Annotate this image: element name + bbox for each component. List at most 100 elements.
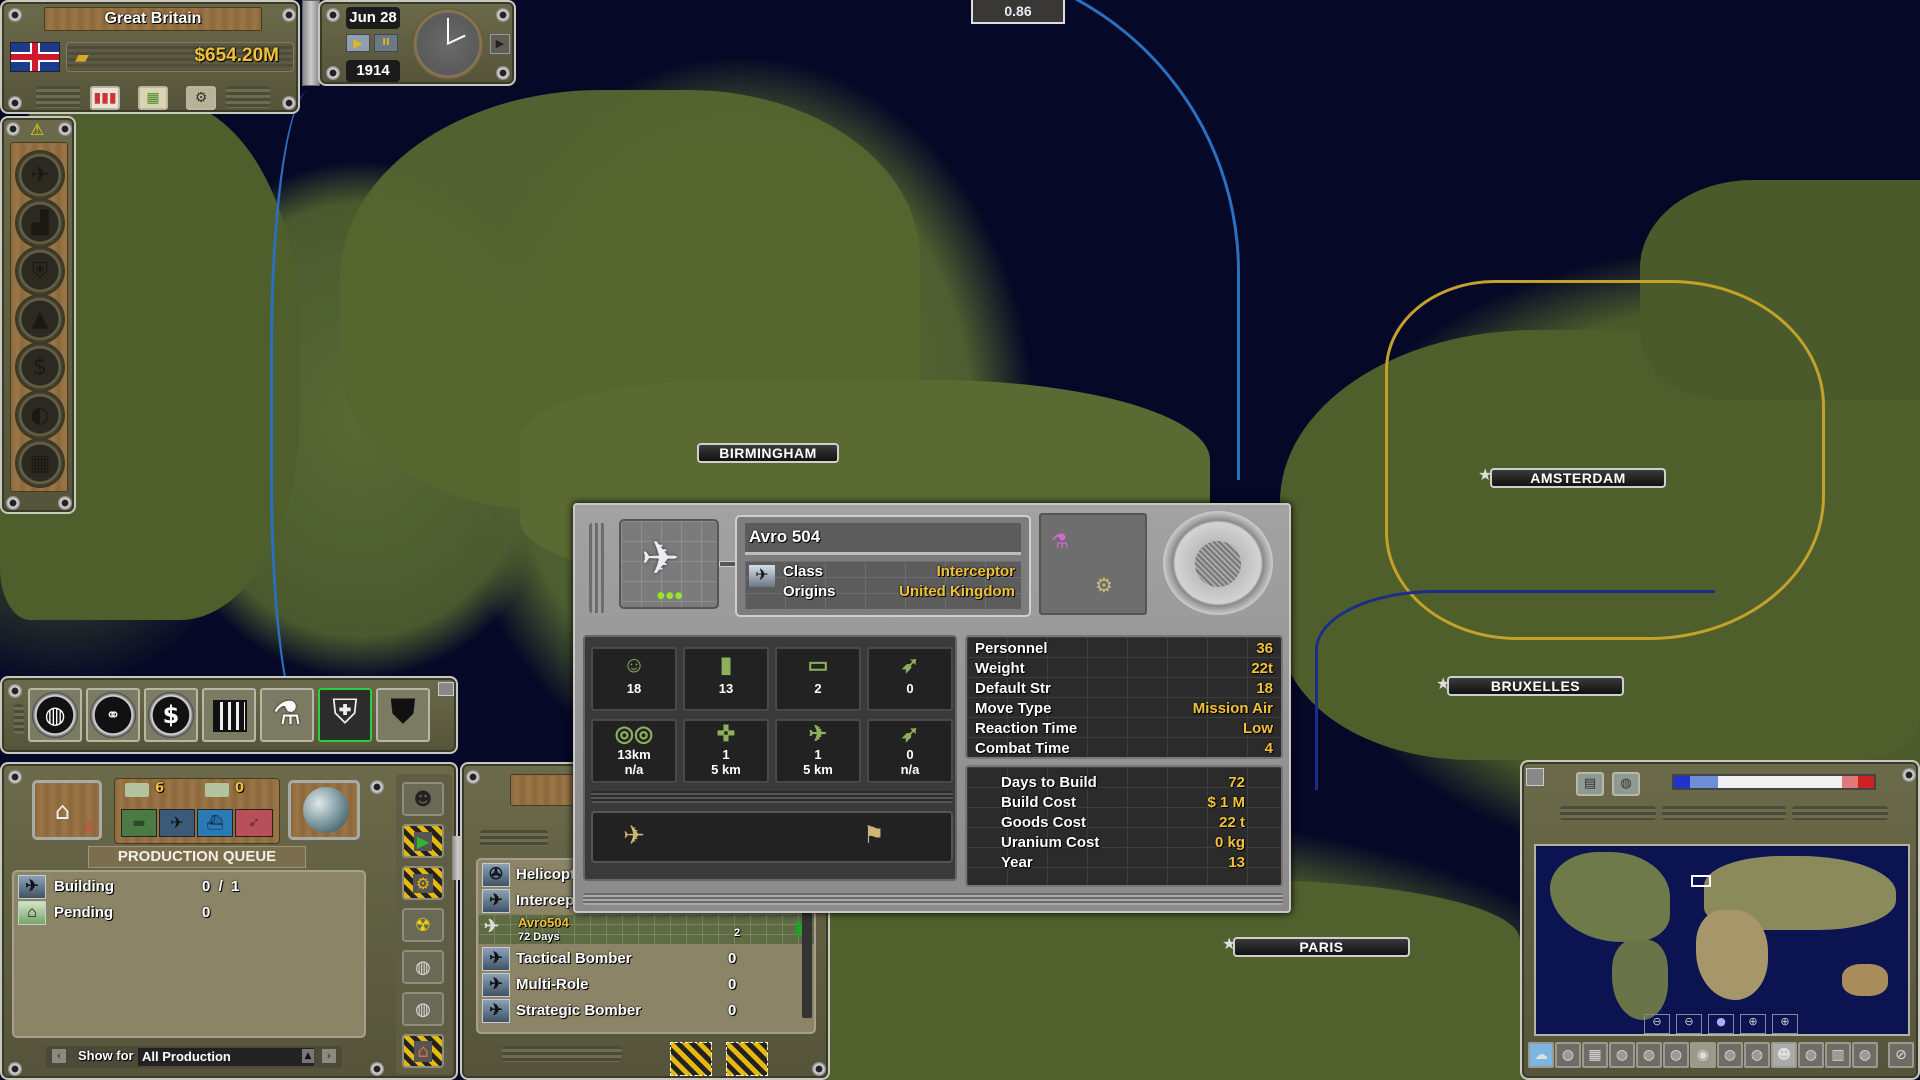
toolbar-diplomacy-button[interactable]: ⚭ (86, 688, 140, 742)
advisor-aircraft-button[interactable]: ✈ (17, 152, 63, 198)
biplane-icon: ✈ (484, 916, 500, 936)
toolbar-production-button[interactable]: ⛨ (318, 688, 372, 742)
category-land-button[interactable]: ▬ (121, 809, 157, 837)
show-for-dropdown-icon[interactable]: ▲ (302, 1049, 314, 1063)
calendar-icon: ▦ (146, 90, 160, 106)
world-view-button[interactable]: ◍ (402, 950, 444, 984)
map-mode-10-button[interactable]: ◍ (1798, 1042, 1824, 1068)
zoom-in-button[interactable]: ⊕ (1740, 1014, 1766, 1034)
map-mode-9-button[interactable]: ☻ (1771, 1042, 1797, 1068)
union-jack-flag-icon (10, 42, 60, 72)
category-label: Tactical Bomber (516, 950, 632, 967)
vent-decoration (591, 791, 953, 803)
minimap-panel: ▤ ◍ ⊖ ⊖ ● ⊕ ⊕ ☁ ◍ ▦ ◍ ◍ ◍ ◉ ◍ ◍ ☻ ◍ ▥ ◍ … (1520, 760, 1920, 1080)
stat-cell-missile: ➶ 0 (867, 647, 953, 711)
map-mode-12-button[interactable]: ◍ (1852, 1042, 1878, 1068)
pause-button[interactable]: II (374, 34, 398, 52)
research-tank-icon[interactable]: ⚗ (1051, 529, 1069, 553)
refit-units-button[interactable] (726, 1042, 768, 1076)
map-mode-11-button[interactable]: ▥ (1825, 1042, 1851, 1068)
map-mode-7-button[interactable]: ◍ (1717, 1042, 1743, 1068)
calendar-button[interactable]: ▦ (138, 86, 168, 110)
unit-category-tactical-bomber[interactable]: ✈ Tactical Bomber 0 (478, 946, 814, 972)
upgrade-tank-icon[interactable]: ⚙ (1095, 573, 1113, 597)
next-turn-button[interactable]: ▶ (490, 34, 510, 54)
map-mode-4-button[interactable]: ◍ (1636, 1042, 1662, 1068)
minimap-viewport-frame[interactable] (1691, 875, 1711, 887)
relations-bar[interactable] (1672, 774, 1876, 790)
statistics-chart-button[interactable]: ▮▮▮ (90, 86, 120, 110)
city-label-bruxelles[interactable]: BRUXELLES (1447, 676, 1624, 696)
game-speed-display[interactable]: 0.86 (971, 0, 1065, 24)
stat-row-combat-time: Combat Time 4 (975, 740, 1273, 757)
world-target-button[interactable]: ◍ (402, 992, 444, 1026)
upgrade-units-button[interactable] (670, 1042, 712, 1076)
build-unit-button[interactable]: ⚙ (402, 866, 444, 900)
treasury-display[interactable]: ▰ $654.20M (66, 42, 294, 72)
shield-icon: ⛨ (31, 258, 49, 284)
category-missile-button[interactable]: ➶ (235, 809, 273, 837)
map-filter-button[interactable]: ▤ (1576, 772, 1604, 796)
ship-icon: ⛴ (206, 815, 224, 831)
advisor-defense-button[interactable]: ⛨ (17, 248, 63, 294)
play-button[interactable]: ▶ (346, 34, 370, 52)
cloud-icon: ☁ (1534, 1047, 1548, 1063)
game-settings-button[interactable]: ⚙ (186, 86, 216, 110)
minimize-toolbar-button[interactable] (438, 682, 454, 696)
factory-warning-icon: ⌂ (55, 797, 71, 825)
toolbar-supplies-button[interactable] (202, 688, 256, 742)
global-view-button[interactable] (288, 780, 360, 840)
map-mode-8-button[interactable]: ◍ (1744, 1042, 1770, 1068)
zoom-reset-button[interactable]: ● (1708, 1014, 1734, 1034)
minimize-minimap-button[interactable] (1526, 768, 1544, 786)
map-mode-1-button[interactable]: ◍ (1555, 1042, 1581, 1068)
zoom-out-max-button[interactable]: ⊖ (1644, 1014, 1670, 1034)
unit-category-strategic-bomber[interactable]: ✈ Strategic Bomber 0 (478, 998, 814, 1024)
show-for-next-button[interactable]: › (322, 1049, 336, 1063)
deploy-unit-button[interactable]: ▶ (402, 824, 444, 858)
toolbar-finance-button[interactable]: $ (144, 688, 198, 742)
commander-button[interactable]: ☻ (402, 782, 444, 816)
advisor-industry-button[interactable]: ▟ (17, 200, 63, 246)
resource-icon: ◍ (1804, 1047, 1818, 1063)
city-label-paris[interactable]: PARIS (1233, 937, 1410, 957)
unit-cost-table: Days to Build 72 Build Cost $ 1 M Goods Co… (965, 765, 1283, 887)
show-for-prev-button[interactable]: ‹ (52, 1049, 66, 1063)
map-mode-6-button[interactable]: ◉ (1690, 1042, 1716, 1068)
stat-cell-spotting: ◎◎ 13km n/a (591, 719, 677, 783)
world-minimap[interactable]: ⊖ ⊖ ● ⊕ ⊕ (1534, 844, 1910, 1036)
toolbar-world-button[interactable]: ◍ (28, 688, 82, 742)
toolbar-research-button[interactable]: ⚗ (260, 688, 314, 742)
disable-overlay-button[interactable]: ⊘ (1888, 1042, 1914, 1068)
zoom-out-button[interactable]: ⊖ (1676, 1014, 1702, 1034)
stat-cell-fuel: ▮ 13 (683, 647, 769, 711)
globe-icon: ◍ (1642, 1047, 1656, 1063)
category-air-button[interactable]: ✈ (159, 809, 195, 837)
city-label-birmingham[interactable]: BIRMINGHAM (697, 443, 839, 463)
map-mode-grid-button[interactable]: ▦ (1582, 1042, 1608, 1068)
map-view-button[interactable]: ◍ (1612, 772, 1640, 796)
minimap-zoom-controls: ⊖ ⊖ ● ⊕ ⊕ (1644, 1014, 1798, 1034)
show-for-select[interactable]: All Production (138, 1048, 314, 1066)
factory-button[interactable]: ⌂ ⚠ (32, 780, 102, 840)
factory-production-button[interactable]: ⌂ (402, 1034, 444, 1068)
zoom-in-max-button[interactable]: ⊕ (1772, 1014, 1798, 1034)
advisor-diplomacy-button[interactable]: ◐ (17, 392, 63, 438)
alert-warning-icon[interactable]: ⚠ (30, 120, 44, 139)
vent-decoration (480, 830, 548, 846)
advisor-grid-button[interactable]: ▦ (17, 440, 63, 486)
unit-item-selected[interactable]: ✈ Avro504 72 Days 2 ▶ (478, 914, 814, 944)
map-mode-weather-button[interactable]: ☁ (1528, 1042, 1554, 1068)
map-mode-5-button[interactable]: ◍ (1663, 1042, 1689, 1068)
unit-category-multi-role[interactable]: ✈ Multi-Role 0 (478, 972, 814, 998)
advisor-finance-button[interactable]: $ (17, 344, 63, 390)
advisor-resources-button[interactable]: ▲ (17, 296, 63, 342)
category-sea-button[interactable]: ⛴ (197, 809, 233, 837)
queue-pending-row[interactable]: ⌂ Pending 0 (14, 900, 364, 926)
city-label-amsterdam[interactable]: AMSTERDAM (1490, 468, 1666, 488)
map-mode-3-button[interactable]: ◍ (1609, 1042, 1635, 1068)
toolbar-military-button[interactable]: ⛊ (376, 688, 430, 742)
queue-building-row[interactable]: ✈ Building 0 / 1 (14, 874, 364, 900)
nuclear-research-button[interactable]: ☢ (402, 908, 444, 942)
spotlight-icon: ◉ (1696, 1047, 1710, 1063)
